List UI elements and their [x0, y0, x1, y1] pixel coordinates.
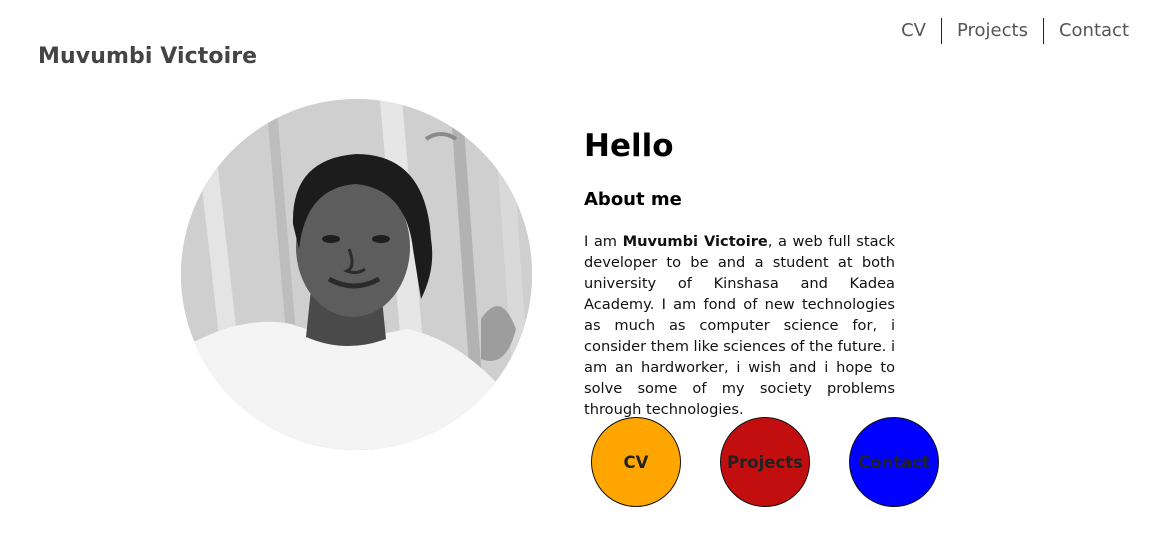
page: Muvumbi Victoire CV Projects Contact Hel…: [0, 0, 1167, 533]
bio-prefix: I am: [584, 233, 623, 250]
greeting-heading: Hello: [584, 128, 674, 164]
site-title: Muvumbi Victoire: [38, 44, 258, 69]
profile-photo: [181, 99, 532, 450]
about-heading: About me: [584, 189, 682, 210]
about-section: Hello About me I am Muvumbi Victoire, a …: [584, 126, 895, 420]
projects-button[interactable]: Projects: [720, 417, 810, 507]
nav-link-projects[interactable]: Projects: [941, 18, 1043, 44]
nav-link-cv[interactable]: CV: [901, 18, 941, 44]
bio-text: , a web full stack developer to be and a…: [584, 233, 896, 418]
profile-photo-image: [181, 99, 532, 450]
nav-link-contact[interactable]: Contact: [1042, 18, 1141, 44]
bio-paragraph: I am Muvumbi Victoire, a web full stack …: [584, 231, 895, 420]
top-nav: CV Projects Contact: [901, 18, 1141, 44]
cv-button[interactable]: CV: [591, 417, 681, 507]
contact-button[interactable]: Contact: [849, 417, 939, 507]
bio-name: Muvumbi Victoire: [622, 233, 768, 250]
